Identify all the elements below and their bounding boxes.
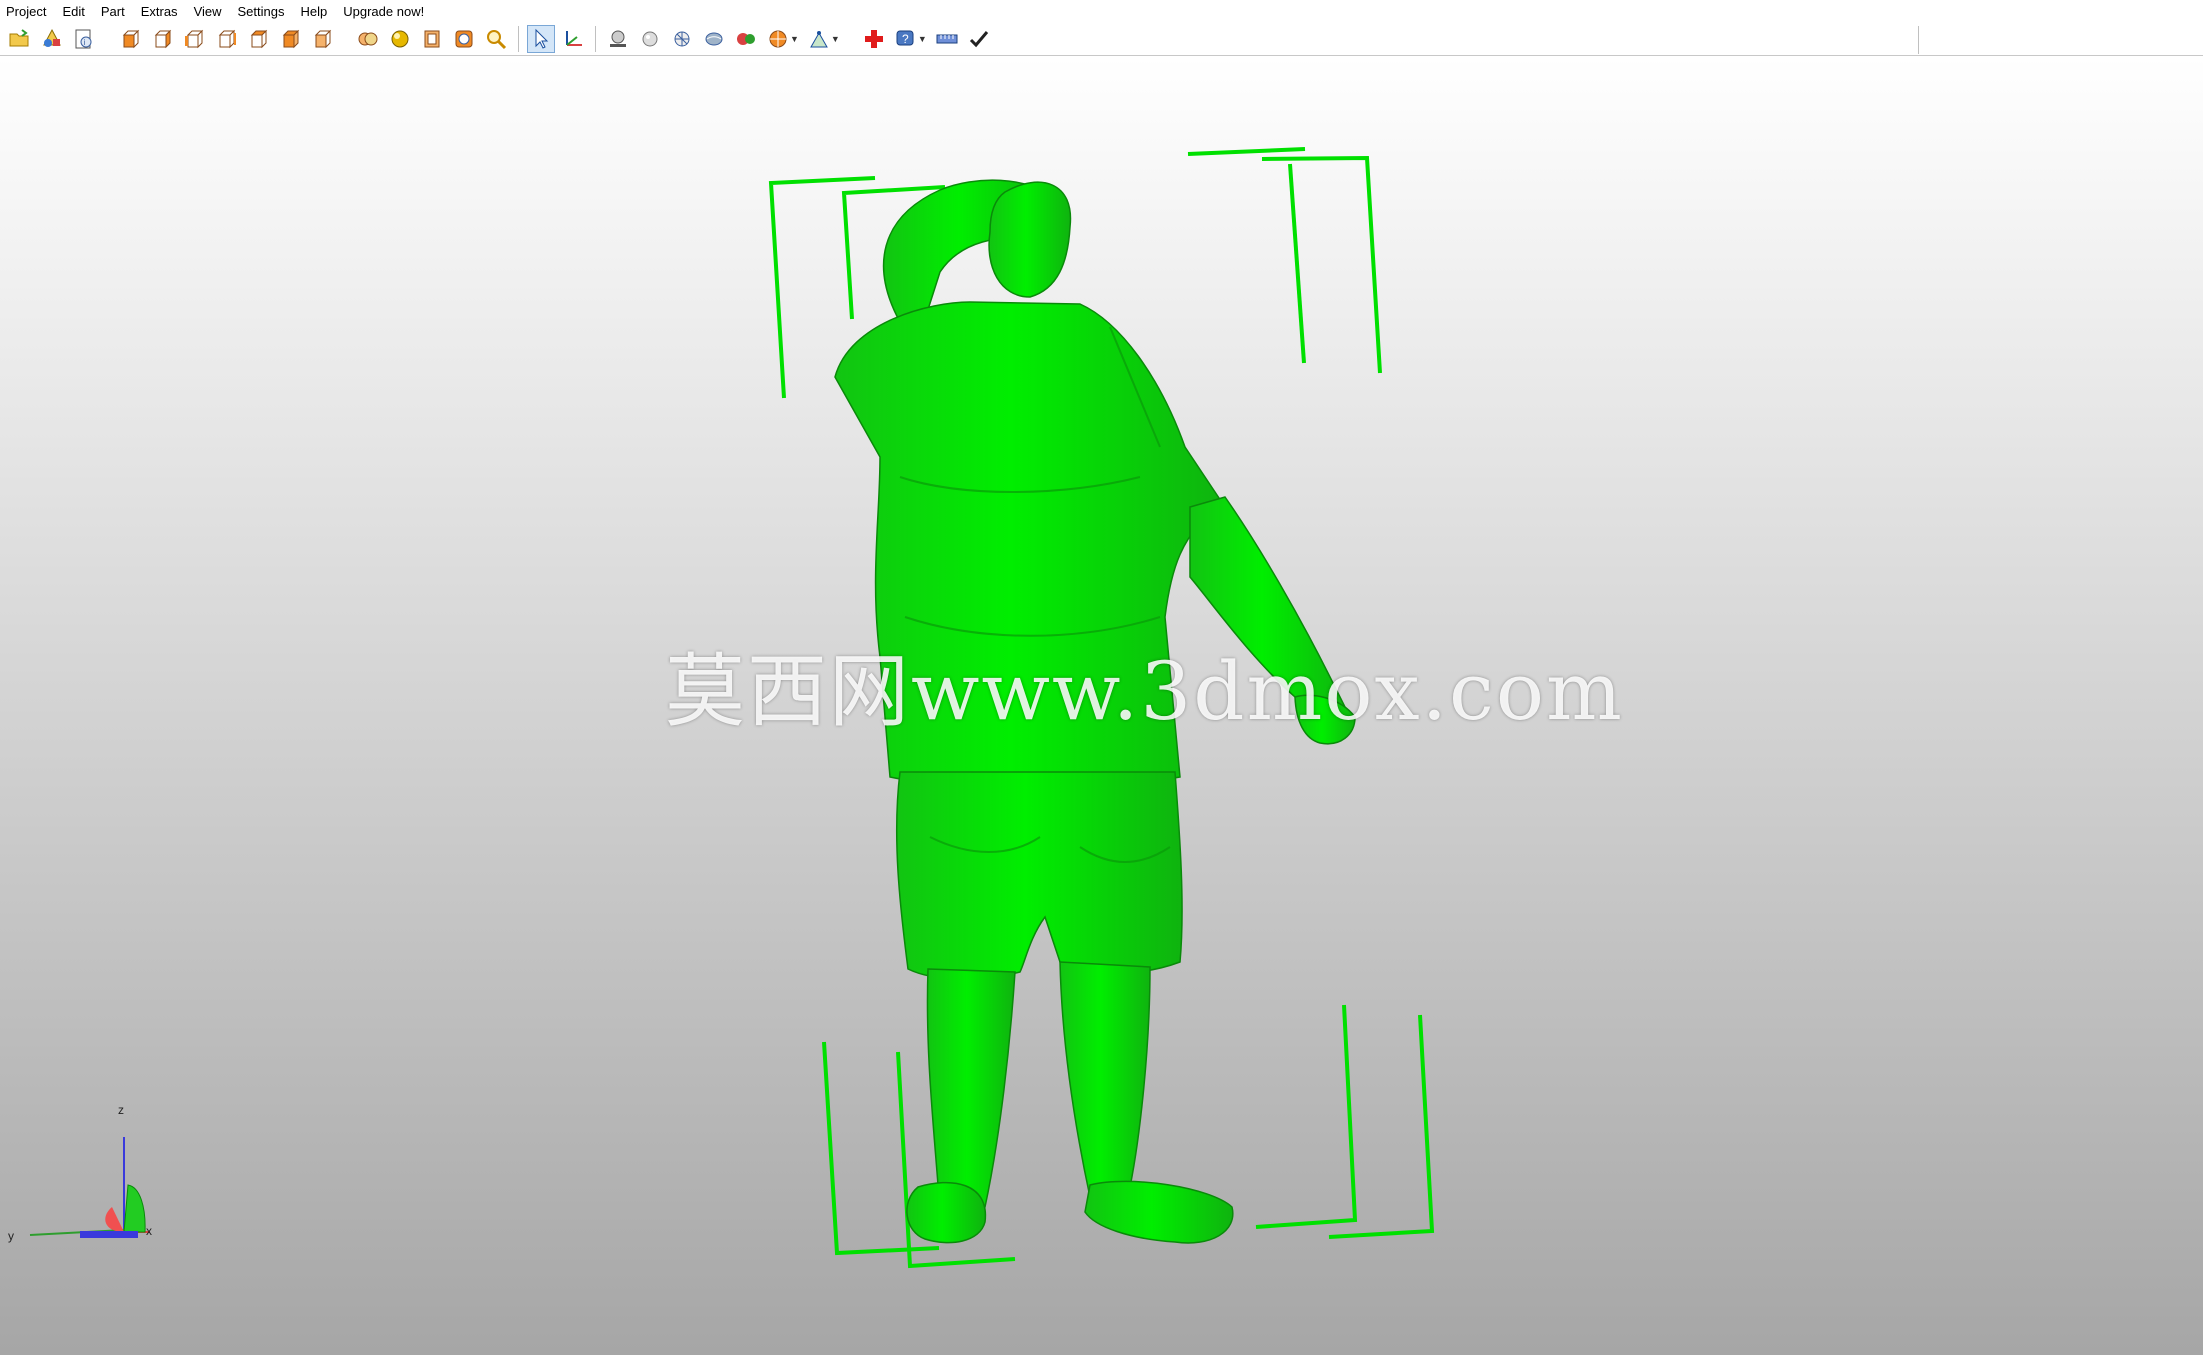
texture-icon[interactable]	[700, 25, 728, 53]
menu-project[interactable]: Project	[0, 4, 54, 19]
color-spheres-icon[interactable]	[732, 25, 760, 53]
add-red-cross-icon[interactable]	[860, 25, 888, 53]
help-dropdown-icon[interactable]: ▼	[918, 34, 927, 44]
svg-text:?: ?	[902, 32, 909, 46]
bracket-top-right-inner	[1261, 155, 1382, 374]
axis-x-label: x	[146, 1224, 152, 1238]
measure-dropdown-icon[interactable]: ▼	[831, 34, 840, 44]
zoom-selection-icon[interactable]	[450, 25, 478, 53]
view-back-cube-icon[interactable]	[148, 25, 176, 53]
view-right-cube-icon[interactable]	[212, 25, 240, 53]
model-left-foot	[906, 1181, 987, 1244]
model-right-leg	[1059, 961, 1151, 1198]
view-top-cube-icon[interactable]	[244, 25, 272, 53]
sphere-icon[interactable]	[636, 25, 664, 53]
checkmark-icon[interactable]	[965, 25, 993, 53]
menu-extras[interactable]: Extras	[133, 4, 186, 19]
model-left-leg	[926, 968, 1016, 1213]
view-iso-cube-icon[interactable]	[308, 25, 336, 53]
render-mode-dropdown-icon[interactable]: ▼	[790, 34, 799, 44]
toolbar-divider	[1918, 26, 1919, 54]
view-bottom-cube-icon[interactable]	[276, 25, 304, 53]
menu-help[interactable]: Help	[293, 4, 336, 19]
zoom-all-icon[interactable]	[354, 25, 382, 53]
menu-part[interactable]: Part	[93, 4, 133, 19]
toolbar: i ▼ ▼ ? ▼	[0, 22, 2203, 56]
ruler-icon[interactable]	[933, 25, 961, 53]
zoom-parts-icon[interactable]	[386, 25, 414, 53]
mesh-icon[interactable]	[668, 25, 696, 53]
shading-icon[interactable]	[604, 25, 632, 53]
orientation-triad	[29, 1137, 150, 1238]
measure-icon[interactable]	[805, 25, 833, 53]
import-shapes-icon[interactable]	[38, 25, 66, 53]
3d-viewport[interactable]: 莫西网www.3dmox.com z y x	[0, 57, 2203, 1355]
menu-edit[interactable]: Edit	[54, 4, 92, 19]
open-folder-icon[interactable]	[6, 25, 34, 53]
svg-text:i: i	[84, 38, 86, 47]
save-icon[interactable]: i	[70, 25, 98, 53]
select-pointer-icon[interactable]	[527, 24, 555, 53]
render-mode-icon[interactable]	[764, 25, 792, 53]
watermark-text: 莫西网www.3dmox.com	[665, 645, 1624, 738]
axis-y-label: y	[8, 1229, 14, 1243]
menu-settings[interactable]: Settings	[230, 4, 293, 19]
help-balloon-icon[interactable]: ?	[892, 25, 920, 53]
zoom-box-icon[interactable]	[418, 25, 446, 53]
axis-z-label: z	[118, 1103, 124, 1117]
menu-upgrade[interactable]: Upgrade now!	[335, 4, 432, 19]
view-left-cube-icon[interactable]	[180, 25, 208, 53]
menu-bar: Project Edit Part Extras View Settings H…	[0, 0, 2203, 22]
model-shorts	[895, 771, 1183, 980]
menu-view[interactable]: View	[186, 4, 230, 19]
model-head	[988, 181, 1072, 298]
bracket-bottom-right-inner	[1255, 1004, 1358, 1229]
bracket-top-right-outer	[1187, 147, 1306, 156]
model-right-foot	[1084, 1180, 1234, 1244]
magnifier-icon[interactable]	[482, 25, 510, 53]
bracket-top-right-vert	[1288, 163, 1306, 364]
move-axes-icon[interactable]	[559, 25, 587, 53]
view-front-cube-icon[interactable]	[116, 25, 144, 53]
